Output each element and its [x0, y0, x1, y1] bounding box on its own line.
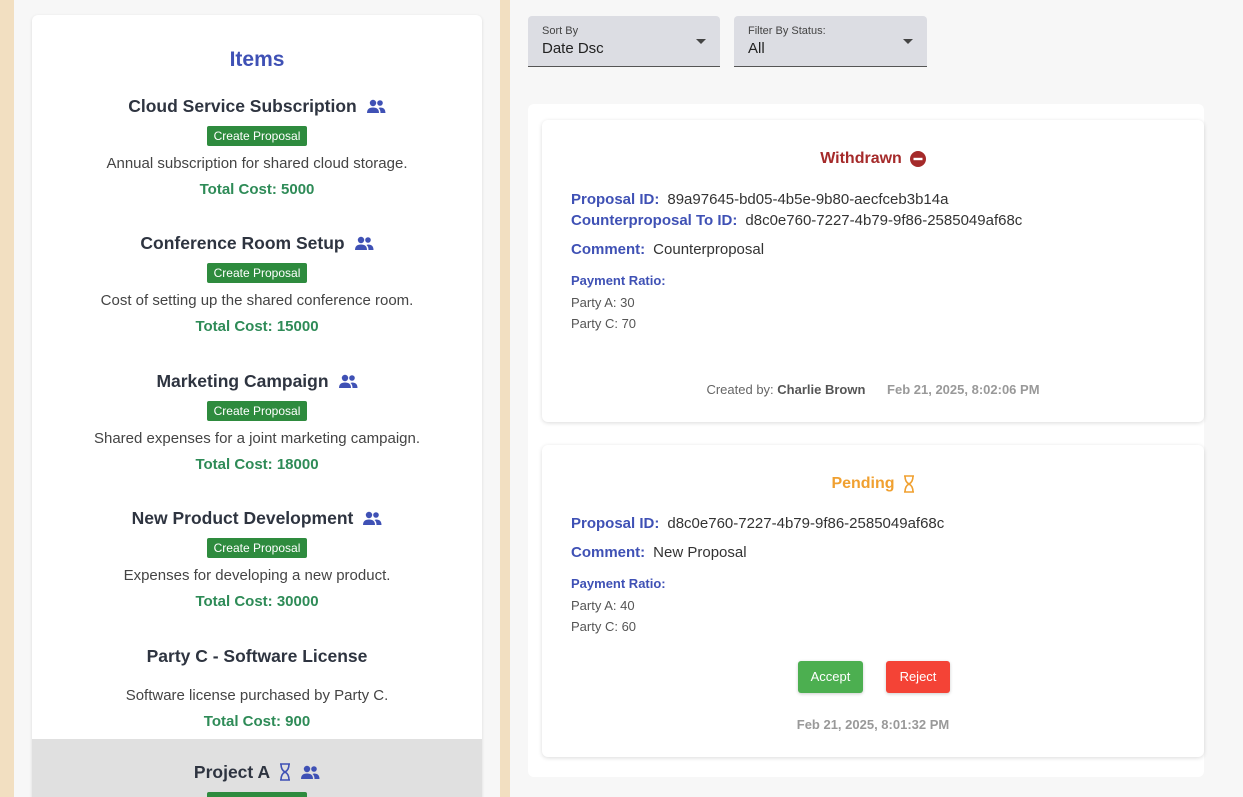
item-description: Expenses for developing a new product. [123, 567, 391, 584]
hourglass-icon [280, 763, 291, 781]
created-by-label: Created by: [706, 382, 774, 397]
item-total-cost: Total Cost: 15000 [195, 318, 319, 335]
minus-circle-icon [909, 151, 926, 167]
filter-status-value: All [748, 40, 765, 57]
items-card: Items Cloud Service Subscription Create … [32, 15, 482, 797]
payment-ratio-line: Party A: 30 [571, 295, 635, 310]
item-name: Cloud Service Subscription [128, 95, 357, 116]
group-icon [363, 511, 382, 525]
item-name: Party C - Software License [146, 645, 368, 666]
item-description: Software license purchased by Party C. [125, 687, 389, 704]
hourglass-icon [903, 475, 914, 493]
proposal-id-label: Proposal ID: [571, 191, 660, 208]
sort-by-select[interactable]: Sort By Date Dsc [528, 16, 720, 67]
payment-ratio-line: Party A: 40 [571, 598, 635, 613]
group-icon [301, 765, 320, 779]
proposal-id-label: Proposal ID: [571, 515, 660, 532]
sort-by-label: Sort By [542, 25, 579, 37]
comment-row: Comment: Counterproposal [571, 241, 764, 258]
proposal-id-row: Proposal ID: d8c0e760-7227-4b79-9f86-2585… [571, 515, 944, 532]
create-proposal-button[interactable]: Create Proposal [206, 263, 308, 283]
create-proposal-button[interactable]: Create Proposal [206, 538, 308, 558]
item-name: Project A [193, 761, 271, 782]
item-card: Party C - Software License Software lice… [32, 645, 482, 731]
items-panel: Items Cloud Service Subscription Create … [14, 0, 500, 797]
item-total-cost: Total Cost: 900 [203, 713, 311, 730]
proposal-card: Pending Proposal ID: d8c0e760-7227-4b79-9… [542, 445, 1204, 757]
filter-status-label: Filter By Status: [748, 25, 826, 37]
comment-value: New Proposal [653, 544, 747, 561]
proposal-card: Withdrawn Proposal ID: 89a97645-bd05-4b5e… [542, 120, 1204, 422]
create-proposal-button[interactable]: Create Proposal [206, 792, 308, 797]
item-card: Marketing Campaign Create Proposal Share… [32, 370, 482, 474]
item-description: Shared expenses for a joint marketing ca… [93, 430, 420, 447]
create-proposal-button[interactable]: Create Proposal [206, 401, 308, 421]
created-by-name: Charlie Brown [777, 382, 866, 397]
item-description: Annual subscription for shared cloud sto… [106, 155, 408, 172]
counterproposal-id-row: Counterproposal To ID: d8c0e760-7227-4b79… [571, 212, 1022, 229]
comment-value: Counterproposal [653, 241, 765, 258]
comment-label: Comment: [571, 241, 646, 258]
proposals-panel: Sort By Date Dsc Filter By Status: All W… [510, 0, 1243, 797]
payment-ratio-line: Party C: 70 [571, 316, 637, 331]
item-name: Marketing Campaign [156, 370, 329, 391]
item-card: Project A Create Proposal [32, 761, 482, 797]
proposal-id-value: d8c0e760-7227-4b79-9f86-2585049af68c [667, 515, 945, 532]
chevron-down-icon [696, 39, 706, 44]
item-description: Cost of setting up the shared conference… [100, 292, 414, 309]
item-total-cost: Total Cost: 5000 [199, 181, 315, 198]
payment-ratio-label: Payment Ratio: [571, 576, 666, 591]
proposal-date: Feb 21, 2025, 8:02:06 PM [887, 382, 1040, 397]
status-text: Withdrawn [820, 150, 902, 167]
item-name: New Product Development [131, 507, 354, 528]
group-icon [366, 99, 386, 113]
create-proposal-button[interactable]: Create Proposal [206, 126, 308, 146]
proposal-id-row: Proposal ID: 89a97645-bd05-4b5e-9b80-aecf… [571, 191, 948, 208]
proposal-id-value: 89a97645-bd05-4b5e-9b80-aecfceb3b14a [667, 191, 949, 208]
proposal-meta: Created by: Charlie Brown Feb 21, 2025, … [542, 382, 1204, 397]
item-card: Conference Room Setup Create Proposal Co… [32, 232, 482, 336]
proposal-status: Pending [542, 475, 1204, 493]
items-title: Items [229, 48, 285, 71]
counterproposal-id-value: d8c0e760-7227-4b79-9f86-2585049af68c [745, 212, 1023, 229]
payment-ratio-label: Payment Ratio: [571, 273, 666, 288]
accept-button[interactable]: Accept [798, 661, 863, 693]
item-card: New Product Development Create Proposal … [32, 507, 482, 611]
payment-ratio-line: Party C: 60 [571, 619, 637, 634]
proposal-meta: Feb 21, 2025, 8:01:32 PM [542, 717, 1204, 732]
counterproposal-id-label: Counterproposal To ID: [571, 212, 738, 229]
item-total-cost: Total Cost: 18000 [195, 456, 319, 473]
item-total-cost: Total Cost: 30000 [195, 593, 319, 610]
item-name: Conference Room Setup [140, 232, 345, 253]
proposal-date: Feb 21, 2025, 8:01:32 PM [796, 717, 950, 732]
status-text: Pending [831, 475, 895, 492]
comment-label: Comment: [571, 544, 646, 561]
item-card: Cloud Service Subscription Create Propos… [32, 95, 482, 199]
group-icon [354, 236, 374, 250]
proposal-status: Withdrawn [542, 150, 1204, 168]
reject-button[interactable]: Reject [886, 661, 950, 693]
chevron-down-icon [903, 39, 913, 44]
proposals-list: Withdrawn Proposal ID: 89a97645-bd05-4b5e… [528, 104, 1204, 777]
group-icon [338, 374, 358, 388]
comment-row: Comment: New Proposal [571, 544, 747, 561]
filter-status-select[interactable]: Filter By Status: All [734, 16, 927, 67]
sort-by-value: Date Dsc [542, 40, 604, 57]
